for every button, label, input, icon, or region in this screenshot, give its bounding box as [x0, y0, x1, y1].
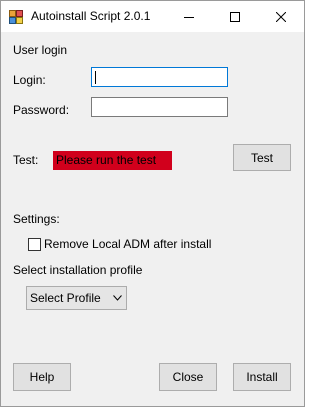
close-button[interactable]: Close [159, 363, 217, 391]
window-title: Autoinstall Script 2.0.1 [31, 9, 151, 23]
profile-select[interactable]: Select Profile [26, 286, 127, 310]
app-window-icon [9, 10, 23, 24]
login-input[interactable] [91, 67, 228, 87]
remove-adm-label[interactable]: Remove Local ADM after install [44, 237, 211, 251]
text-caret [95, 71, 96, 84]
profile-label: Select installation profile [13, 263, 143, 277]
help-button[interactable]: Help [13, 363, 71, 391]
test-button[interactable]: Test [233, 144, 291, 171]
test-label: Test: [13, 153, 39, 167]
title-bar[interactable]: Autoinstall Script 2.0.1 [1, 1, 304, 32]
user-login-heading: User login [13, 43, 68, 57]
close-window-button[interactable] [258, 1, 304, 32]
minimize-icon [184, 16, 194, 18]
test-status-badge: Please run the test [53, 151, 172, 170]
install-button[interactable]: Install [233, 363, 291, 391]
remove-adm-checkbox[interactable] [28, 238, 41, 251]
chevron-down-icon [113, 295, 122, 301]
close-icon [276, 11, 286, 22]
settings-heading: Settings: [13, 212, 60, 226]
maximize-button[interactable] [212, 1, 258, 32]
login-label: Login: [13, 73, 46, 87]
minimize-button[interactable] [166, 1, 212, 32]
password-label: Password: [13, 103, 70, 117]
maximize-icon [230, 11, 240, 22]
password-input[interactable] [91, 97, 228, 117]
profile-select-value: Select Profile [30, 291, 101, 305]
app-window: Autoinstall Script 2.0.1 User login Logi… [0, 0, 305, 407]
